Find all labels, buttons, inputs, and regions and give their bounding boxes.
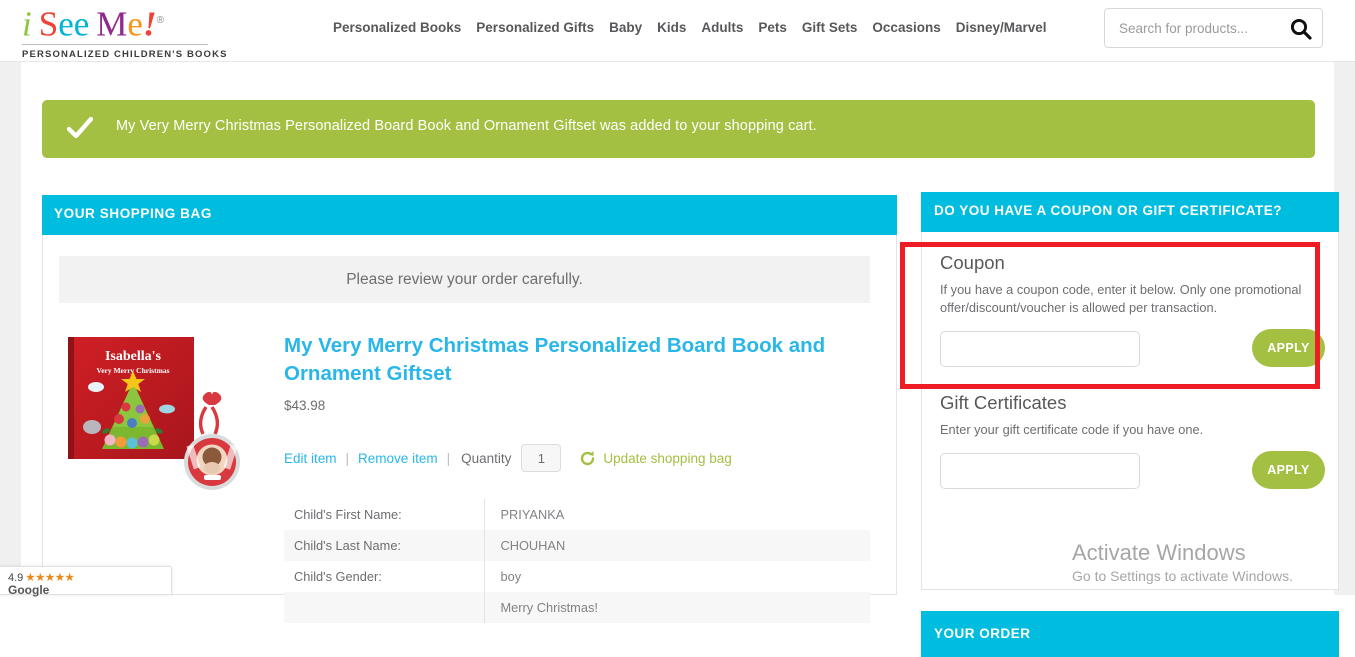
personalization-value: Merry Christmas! xyxy=(483,592,870,623)
nav-item-occasions[interactable]: Occasions xyxy=(872,20,940,35)
page-background: My Very Merry Christmas Personalized Boa… xyxy=(0,62,1355,657)
coupon-input-row: APPLY xyxy=(940,329,1325,367)
banner-message: My Very Merry Christmas Personalized Boa… xyxy=(116,118,817,134)
logo-letter-m: M xyxy=(96,4,128,44)
quantity-input[interactable] xyxy=(521,444,562,472)
logo-letter-e2: e xyxy=(127,4,143,44)
refresh-icon xyxy=(581,450,595,465)
table-row: Child's First Name: PRIYANKA xyxy=(284,499,870,530)
logo-tagline: PERSONALIZED CHILDREN'S BOOKS xyxy=(22,48,228,60)
product-image[interactable]: Isabella's Very Merry Christmas xyxy=(66,327,281,497)
personalization-key: Child's First Name: xyxy=(294,507,402,522)
nav-item-disney-marvel[interactable]: Disney/Marvel xyxy=(956,20,1047,35)
content-container: My Very Merry Christmas Personalized Boa… xyxy=(21,62,1339,657)
coupon-section: Coupon If you have a coupon code, enter … xyxy=(940,252,1325,367)
personalization-key: Child's Last Name: xyxy=(284,530,484,561)
gift-certificate-title: Gift Certificates xyxy=(940,392,1067,413)
review-order-text: Please review your order carefully. xyxy=(346,270,583,288)
gift-certificate-description: Enter your gift certificate code if you … xyxy=(940,422,1204,437)
logo-letters-ee: ee xyxy=(58,4,90,44)
coupon-code-input[interactable] xyxy=(940,331,1140,367)
shopping-bag-title: YOUR SHOPPING BAG xyxy=(54,206,212,221)
site-header: i See Me!® PERSONALIZED CHILDREN'S BOOKS P… xyxy=(0,0,1355,62)
logo-letter-i: i xyxy=(22,4,32,44)
edit-item-link[interactable]: Edit item xyxy=(284,451,337,466)
table-row: Child's Gender: boy xyxy=(284,561,870,592)
check-icon xyxy=(67,117,93,139)
update-shopping-bag-label: Update shopping bag xyxy=(603,450,732,466)
shopping-bag-header: YOUR SHOPPING BAG xyxy=(42,195,897,235)
remove-item-link[interactable]: Remove item xyxy=(358,451,438,466)
nav-item-baby[interactable]: Baby xyxy=(609,20,642,35)
site-logo[interactable]: i See Me!® PERSONALIZED CHILDREN'S BOOKS xyxy=(22,2,228,60)
review-order-notice: Please review your order carefully. xyxy=(59,256,870,303)
nav-item-personalized-gifts[interactable]: Personalized Gifts xyxy=(476,20,594,35)
your-order-header: YOUR ORDER xyxy=(921,611,1339,657)
nav-item-kids[interactable]: Kids xyxy=(657,20,686,35)
logo-exclamation: ! xyxy=(142,4,157,44)
logo-wordmark: i See Me!® xyxy=(22,2,212,44)
gift-certificate-code-input[interactable] xyxy=(940,453,1140,489)
search-input[interactable] xyxy=(1117,9,1282,47)
gift-certificate-input-row: APPLY xyxy=(940,451,1325,489)
personalization-table: Child's First Name: PRIYANKA Child's Las… xyxy=(284,499,870,623)
your-order-title: YOUR ORDER xyxy=(934,626,1031,641)
svg-text:Isabella's: Isabella's xyxy=(105,349,162,364)
main-navigation: Personalized Books Personalized Gifts Baby… xyxy=(333,20,1047,35)
coupon-panel-title: DO YOU HAVE A COUPON OR GIFT CERTIFICATE… xyxy=(934,203,1283,218)
search-icon xyxy=(1290,18,1312,40)
gift-certificate-section: Gift Certificates Enter your gift certif… xyxy=(940,392,1325,489)
personalization-key: Child's Gender: xyxy=(294,569,382,584)
search-box xyxy=(1104,8,1323,48)
google-review-rating-row: 4.9 ★★★★★ xyxy=(8,570,75,584)
nav-item-pets[interactable]: Pets xyxy=(758,20,787,35)
product-title-link[interactable]: My Very Merry Christmas Personalized Boa… xyxy=(284,332,839,388)
cart-success-banner: My Very Merry Christmas Personalized Boa… xyxy=(42,100,1315,158)
registered-mark-icon: ® xyxy=(156,15,164,26)
action-separator-2: | xyxy=(446,450,451,466)
coupon-description: If you have a coupon code, enter it belo… xyxy=(940,282,1302,315)
google-review-badge[interactable]: 4.9 ★★★★★ Google xyxy=(0,566,172,597)
gift-certificate-apply-button[interactable]: APPLY xyxy=(1252,451,1325,489)
nav-item-adults[interactable]: Adults xyxy=(701,20,743,35)
personalization-key xyxy=(284,592,484,623)
product-price: $43.98 xyxy=(284,398,326,413)
nav-item-gift-sets[interactable]: Gift Sets xyxy=(802,20,858,35)
coupon-apply-button[interactable]: APPLY xyxy=(1252,329,1325,367)
personalization-value: PRIYANKA xyxy=(483,499,870,530)
logo-letter-s: S xyxy=(38,4,59,44)
nav-item-personalized-books[interactable]: Personalized Books xyxy=(333,20,461,35)
table-row: Child's Last Name: CHOUHAN xyxy=(284,530,870,561)
update-shopping-bag-button[interactable]: Update shopping bag xyxy=(579,450,732,467)
search-button[interactable] xyxy=(1288,16,1314,42)
giftset-illustration: Isabella's Very Merry Christmas xyxy=(68,337,240,490)
action-separator-1: | xyxy=(345,450,350,466)
personalization-value: boy xyxy=(483,561,870,592)
logo-divider xyxy=(22,43,208,45)
table-row: Merry Christmas! xyxy=(284,592,870,623)
coupon-title: Coupon xyxy=(940,252,1005,273)
coupon-panel-header: DO YOU HAVE A COUPON OR GIFT CERTIFICATE… xyxy=(921,192,1339,232)
item-actions: Edit item | Remove item | Quantity Updat… xyxy=(284,442,732,474)
quantity-label: Quantity xyxy=(461,450,512,466)
personalization-value: CHOUHAN xyxy=(483,530,870,561)
